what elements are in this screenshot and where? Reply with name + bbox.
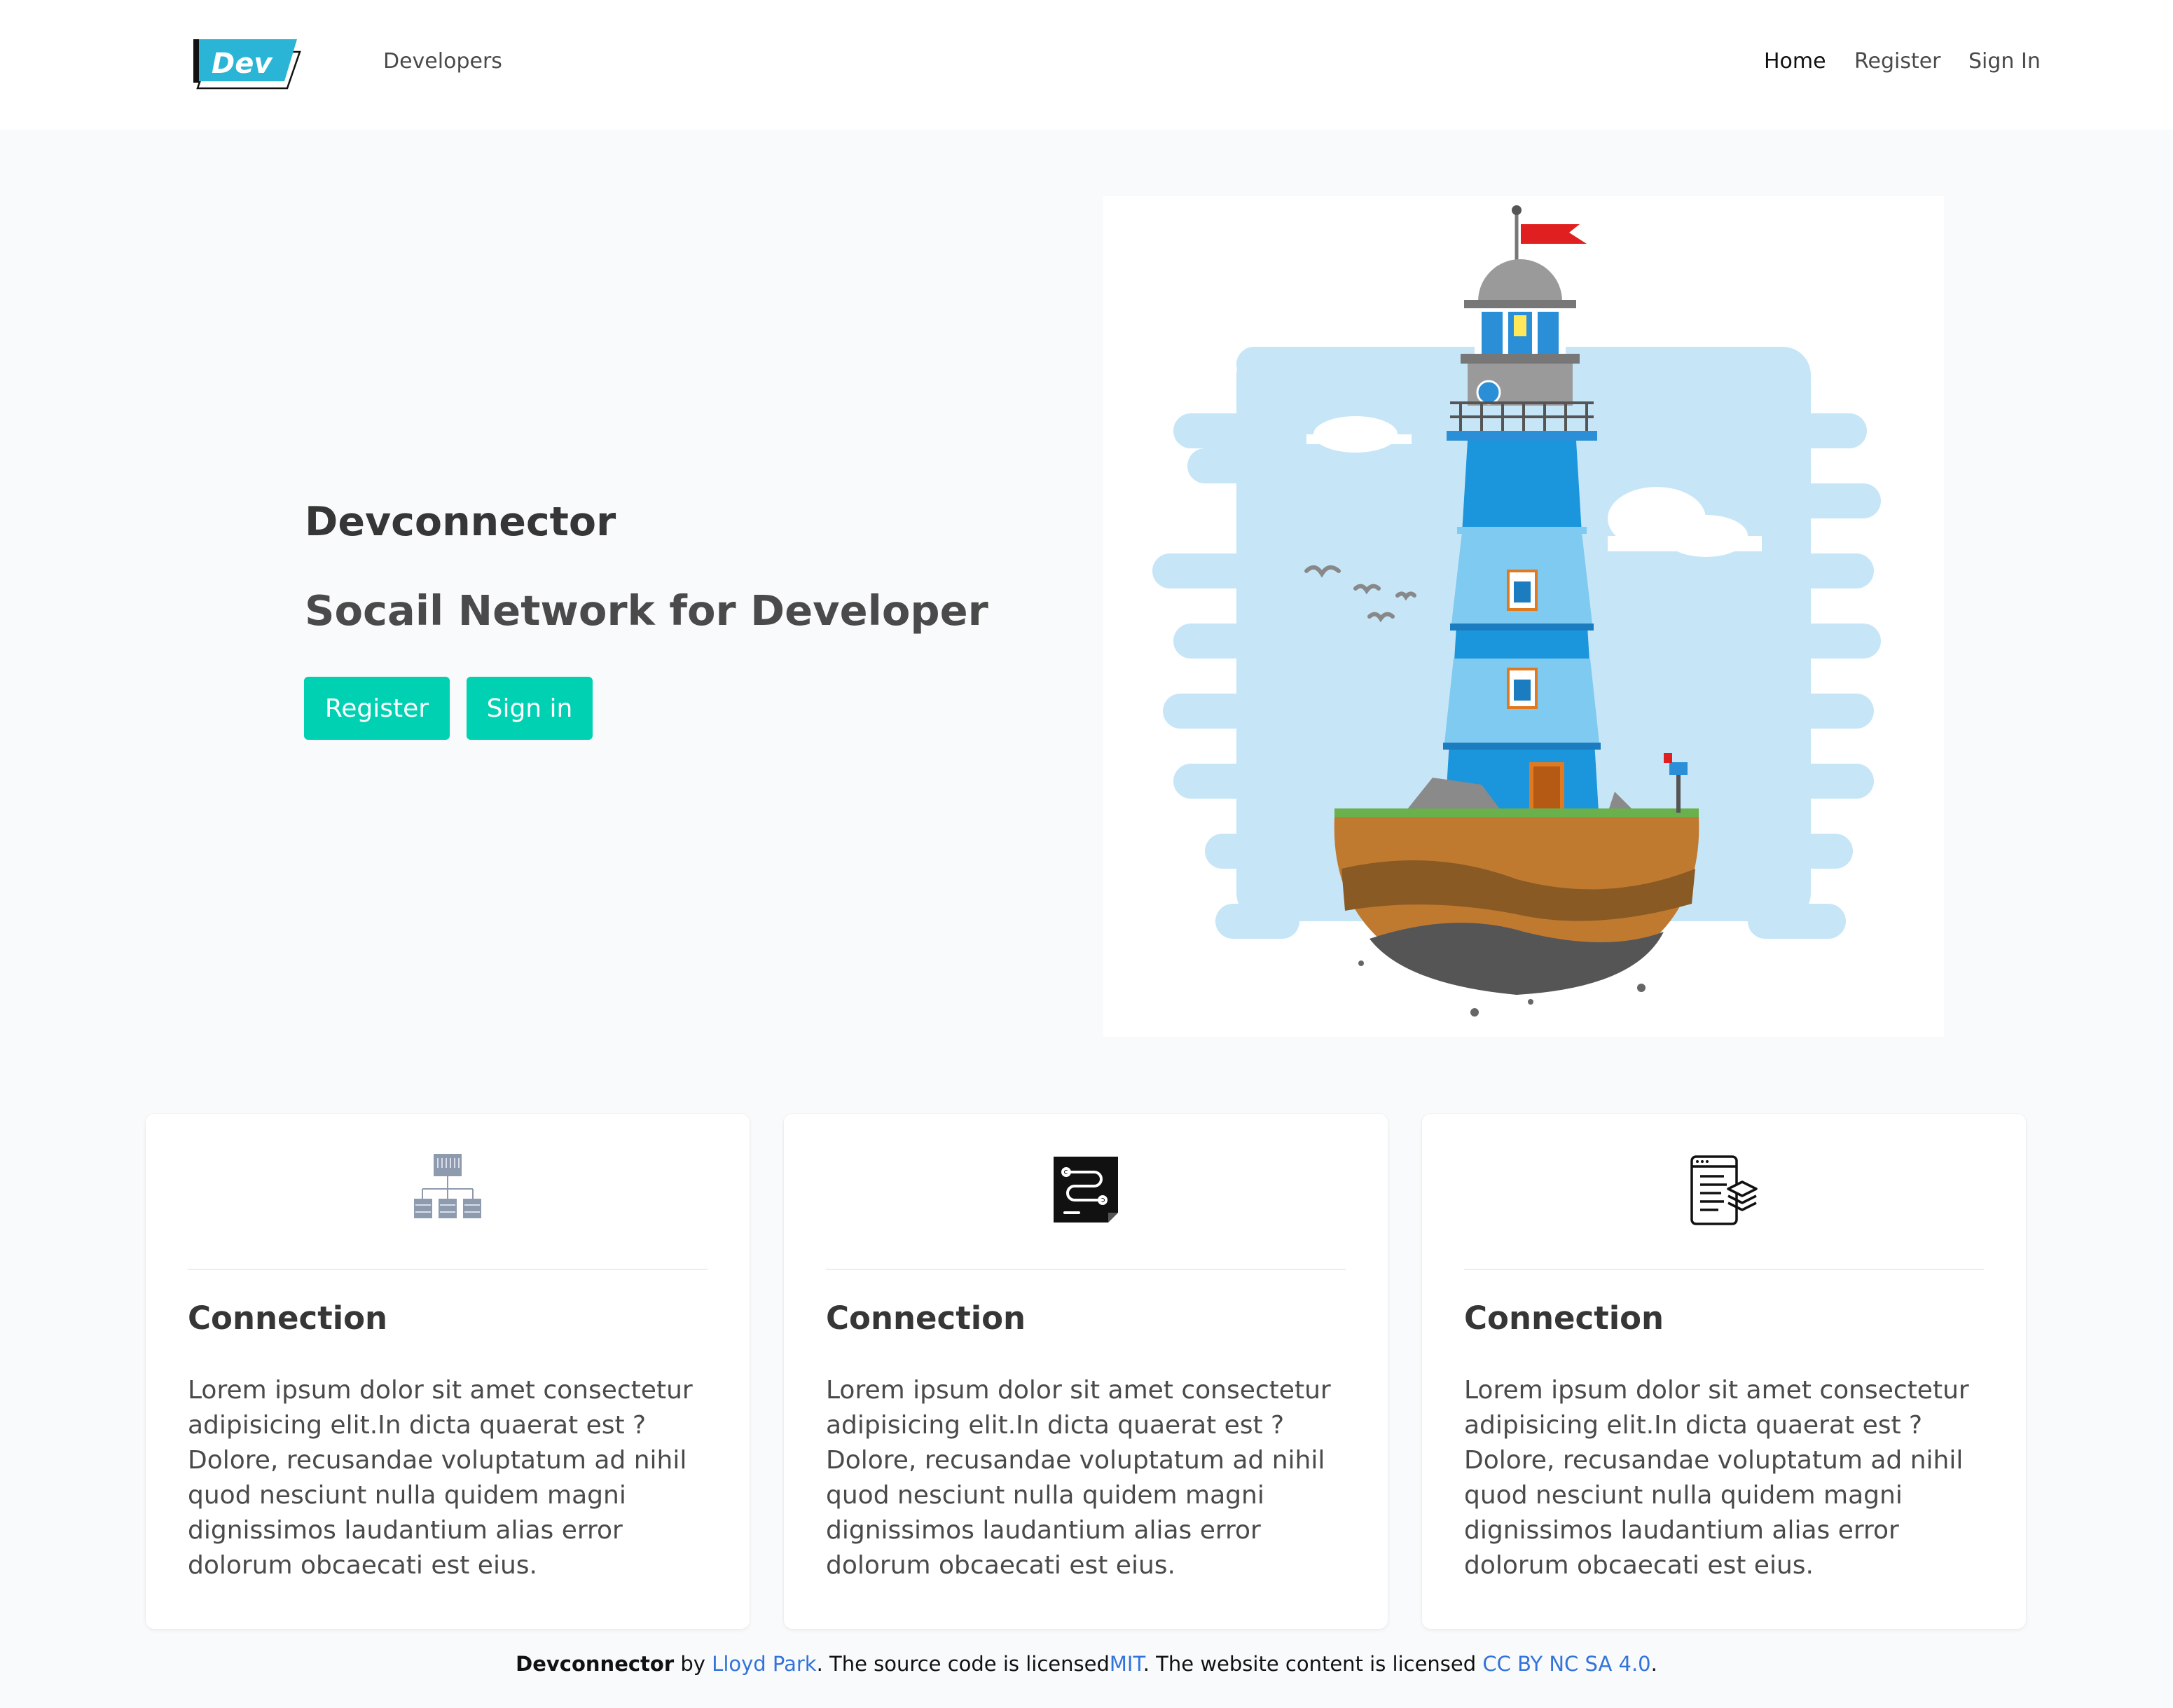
feature-card: Connection Lorem ipsum dolor sit amet co…: [146, 1114, 750, 1629]
lighthouse-illustration: [1103, 196, 1944, 1037]
feature-card: Connection Lorem ipsum dolor sit amet co…: [784, 1114, 1388, 1629]
footer-content-text: . The website content is licensed: [1143, 1652, 1483, 1676]
card-title: Connection: [188, 1300, 388, 1337]
navbar: Dev Developers Home Register Sign In: [0, 0, 2173, 130]
logo-text: Dev: [212, 48, 273, 80]
footer-mit-license-link[interactable]: MIT: [1110, 1652, 1143, 1676]
card-divider: [826, 1269, 1346, 1270]
logo-link[interactable]: Dev: [191, 36, 303, 92]
card-divider: [188, 1269, 708, 1270]
feature-card: Connection Lorem ipsum dolor sit amet co…: [1422, 1114, 2026, 1629]
footer-by-text: by: [674, 1652, 712, 1676]
code-document-icon: [1051, 1152, 1121, 1230]
footer-brand: Devconnector: [516, 1652, 675, 1676]
hero-register-button[interactable]: Register: [304, 677, 450, 740]
card-text: Lorem ipsum dolor sit amet consectetur a…: [1464, 1376, 1969, 1580]
nav-signin-link[interactable]: Sign In: [1968, 49, 2041, 74]
footer-cc-license-link[interactable]: CC BY NC SA 4.0: [1482, 1652, 1650, 1676]
hero-signin-button[interactable]: Sign in: [467, 677, 593, 740]
nav-register-link[interactable]: Register: [1854, 49, 1941, 74]
card-title: Connection: [1464, 1300, 1664, 1337]
card-divider: [1464, 1269, 1984, 1270]
nav-home-link[interactable]: Home: [1764, 49, 1826, 74]
footer-author-link[interactable]: Lloyd Park: [712, 1652, 816, 1676]
layered-document-icon: [1689, 1152, 1759, 1230]
network-hierarchy-icon: [413, 1152, 483, 1230]
footer-source-text: . The source code is licensed: [816, 1652, 1110, 1676]
dev-logo-icon: Dev: [193, 39, 301, 90]
nav-developers-link[interactable]: Developers: [383, 49, 502, 74]
hero-title: Devconnector: [305, 499, 616, 545]
card-text: Lorem ipsum dolor sit amet consectetur a…: [188, 1376, 693, 1580]
footer: Devconnector by Lloyd Park. The source c…: [0, 1652, 2173, 1676]
card-text: Lorem ipsum dolor sit amet consectetur a…: [826, 1376, 1331, 1580]
footer-end-text: .: [1650, 1652, 1657, 1676]
card-title: Connection: [826, 1300, 1026, 1337]
hero-subtitle: Socail Network for Developer: [305, 586, 988, 635]
